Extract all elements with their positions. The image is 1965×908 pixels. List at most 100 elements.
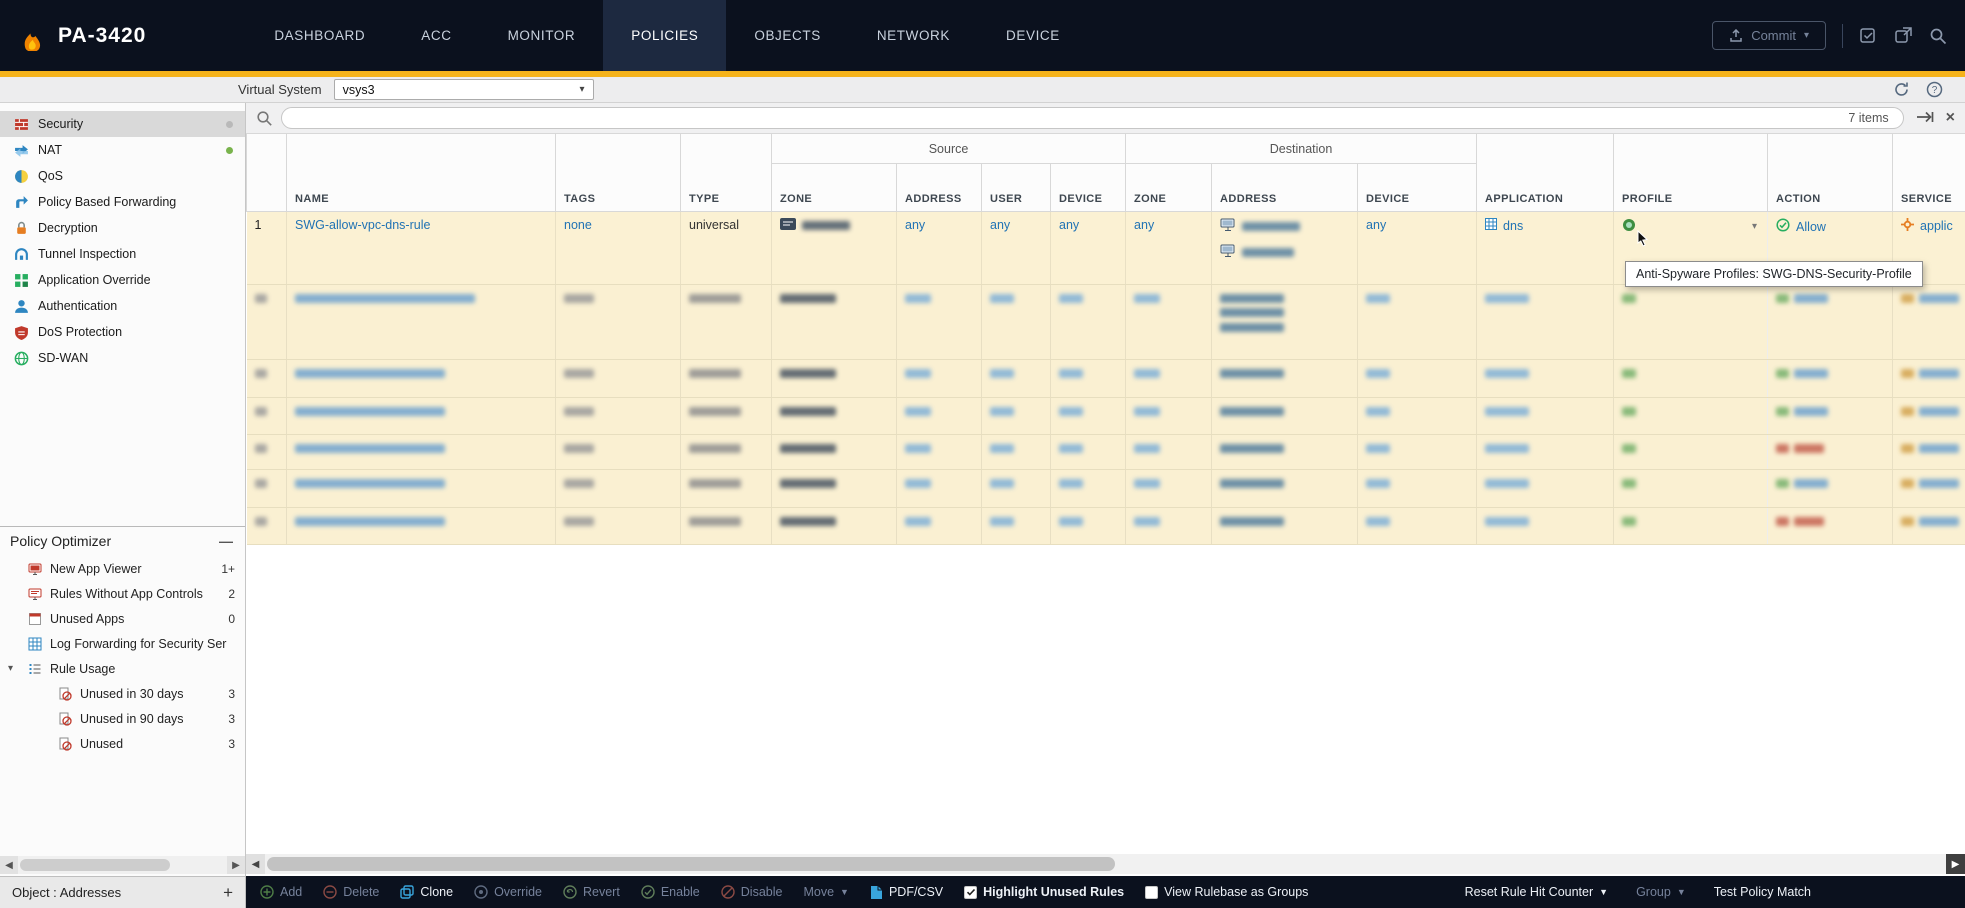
filter-input[interactable] [282,108,1903,128]
table-row-redacted[interactable] [247,285,1965,360]
sidebar-item-tunnel-inspection[interactable]: Tunnel Inspection [0,241,245,267]
col-header-type[interactable]: TYPE [681,134,772,212]
disable-button[interactable]: Disable [721,885,783,899]
view-rulebase-as-groups-checkbox[interactable]: View Rulebase as Groups [1145,885,1308,899]
clone-button[interactable]: Clone [400,885,453,899]
highlight-unused-rules-checkbox[interactable]: Highlight Unused Rules [964,885,1124,899]
optimizer-item-new-app-viewer[interactable]: New App Viewer 1+ [0,556,245,581]
table-row-redacted[interactable] [247,470,1965,508]
group-button[interactable]: Group▼ [1636,885,1686,899]
policy-optimizer-title: Policy Optimizer [10,533,111,549]
sidebar-item-security[interactable]: Security [0,111,245,137]
optimizer-item-unused[interactable]: Unused 3 [0,731,245,756]
chevron-down-icon[interactable]: ▾ [8,663,20,674]
optimizer-item-rule-usage[interactable]: ▾ Rule Usage [0,656,245,681]
redacted-cell [772,360,897,398]
sidebar-item-dos-protection[interactable]: DoS Protection [0,319,245,345]
test-policy-match-button[interactable]: Test Policy Match [1714,885,1811,899]
application-value[interactable]: dns [1503,219,1523,233]
rule-tags[interactable]: none [564,218,592,232]
tab-network[interactable]: NETWORK [849,0,978,71]
delete-button[interactable]: Delete [323,885,379,899]
col-header-name[interactable]: NAME [287,134,556,212]
reset-rule-hit-counter-button[interactable]: Reset Rule Hit Counter▼ [1465,885,1608,899]
optimizer-item-unused-90-days[interactable]: Unused in 90 days 3 [0,706,245,731]
add-object-button[interactable]: + [223,884,233,901]
col-header-src-device[interactable]: DEVICE [1051,164,1126,212]
virtual-system-select[interactable]: vsys3 ▾ [334,79,594,100]
tab-objects[interactable]: OBJECTS [726,0,848,71]
sidebar-item-application-override[interactable]: Application Override [0,267,245,293]
tab-device[interactable]: DEVICE [978,0,1088,71]
col-header-dst-address[interactable]: ADDRESS [1212,164,1358,212]
config-push-icon[interactable] [1894,26,1913,45]
collapse-icon[interactable]: — [219,533,233,549]
destination-device[interactable]: any [1366,218,1386,232]
sidebar-item-qos[interactable]: QoS [0,163,245,189]
help-icon[interactable]: ? [1926,81,1943,98]
redacted-cell [772,470,897,508]
col-header-action[interactable]: ACTION [1768,134,1893,212]
policy-optimizer-panel: Policy Optimizer — New App Viewer 1+ Rul… [0,526,245,756]
destination-zone[interactable]: any [1134,218,1154,232]
source-address[interactable]: any [905,218,925,232]
override-button[interactable]: Override [474,885,542,899]
sidebar-item-nat[interactable]: NAT [0,137,245,163]
col-header-src-zone[interactable]: ZONE [772,164,897,212]
optimizer-item-unused-apps[interactable]: Unused Apps 0 [0,606,245,631]
filter-input-pill: 7 items [281,107,1904,129]
redacted-cell [1358,508,1477,545]
apply-filter-icon[interactable] [1916,110,1934,127]
add-button[interactable]: Add [260,885,302,899]
pdf-csv-button[interactable]: PDF/CSV [870,885,943,900]
redacted-cell [1893,360,1965,398]
redacted-cell [1768,508,1893,545]
col-header-dst-zone[interactable]: ZONE [1126,164,1212,212]
config-save-icon[interactable] [1859,26,1878,45]
sidebar-item-decryption[interactable]: Decryption [0,215,245,241]
col-header-tags[interactable]: TAGS [556,134,681,212]
service-value[interactable]: applic [1920,219,1953,233]
profile-dropdown-chevron-icon[interactable]: ▾ [1752,221,1757,232]
sidebar-item-label: Application Override [38,273,151,287]
table-row-redacted[interactable] [247,508,1965,545]
commit-button[interactable]: Commit ▾ [1712,21,1826,50]
enable-button[interactable]: Enable [641,885,700,899]
sidebar-item-sd-wan[interactable]: SD-WAN [0,345,245,371]
col-header-service[interactable]: SERVICE [1893,134,1965,212]
sidebar-item-authentication[interactable]: Authentication [0,293,245,319]
optimizer-item-log-forwarding[interactable]: Log Forwarding for Security Ser [0,631,245,656]
scroll-left-arrow[interactable]: ◀ [246,854,265,874]
move-button[interactable]: Move▼ [803,885,849,899]
source-device[interactable]: any [1059,218,1079,232]
table-row-redacted[interactable] [247,360,1965,398]
optimizer-item-rules-without-app-controls[interactable]: Rules Without App Controls 2 [0,581,245,606]
col-header-dst-device[interactable]: DEVICE [1358,164,1477,212]
action-value[interactable]: Allow [1796,220,1826,234]
col-header-src-address[interactable]: ADDRESS [897,164,982,212]
optimizer-item-unused-30-days[interactable]: Unused in 30 days 3 [0,681,245,706]
table-row-redacted[interactable] [247,435,1965,470]
refresh-icon[interactable] [1893,81,1910,98]
scroll-left-arrow[interactable]: ◀ [0,856,18,874]
scroll-right-arrow[interactable]: ▶ [227,856,245,874]
scrollbar-thumb[interactable] [267,857,1115,871]
tab-policies[interactable]: POLICIES [603,0,726,71]
footer: Object : Addresses + Add Delete Clone Ov… [0,876,1965,908]
table-row-redacted[interactable] [247,398,1965,435]
tab-dashboard[interactable]: DASHBOARD [246,0,393,71]
tab-acc[interactable]: ACC [393,0,479,71]
source-user[interactable]: any [990,218,1010,232]
scroll-right-arrow[interactable]: ▶ [1946,854,1965,874]
rule-name-link[interactable]: SWG-allow-vpc-dns-rule [295,218,430,232]
clear-filter-icon[interactable]: × [1946,110,1955,126]
col-header-profile[interactable]: PROFILE [1614,134,1768,212]
revert-button[interactable]: Revert [563,885,620,899]
redacted-cell [556,435,681,470]
search-icon[interactable] [1929,27,1947,45]
sidebar-item-policy-based-forwarding[interactable]: Policy Based Forwarding [0,189,245,215]
col-header-src-user[interactable]: USER [982,164,1051,212]
tab-monitor[interactable]: MONITOR [480,0,604,71]
scrollbar-thumb[interactable] [20,859,170,871]
col-header-application[interactable]: APPLICATION [1477,134,1614,212]
